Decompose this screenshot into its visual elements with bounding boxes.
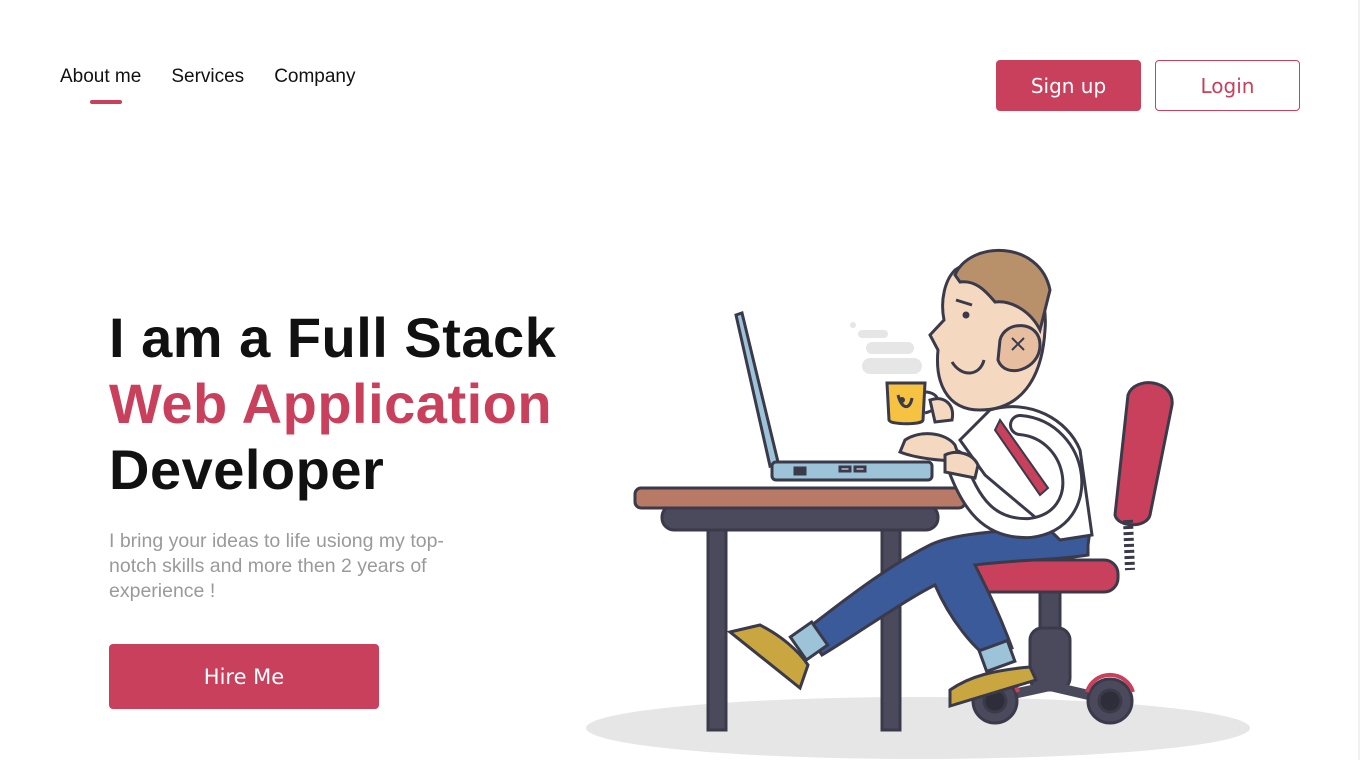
developer-at-desk-illustration: [586, 248, 1250, 759]
nav-item-company[interactable]: Company: [274, 66, 355, 88]
steam: [850, 322, 922, 374]
floor-shadow: [586, 697, 1250, 759]
hero-title-line-2: Web Application: [109, 372, 553, 435]
hero-title-line-1: I am a Full Stack: [109, 306, 557, 369]
person-head: [928, 248, 1052, 412]
nav-item-services[interactable]: Services: [171, 66, 244, 88]
chair-seat: [966, 558, 1120, 594]
nav-item-about-me[interactable]: About me: [60, 66, 141, 104]
hero-section: I am a Full Stack Web Application Develo…: [109, 305, 556, 709]
auth-buttons: Sign up Login: [996, 60, 1300, 111]
second-hand: [943, 451, 980, 480]
hand-holding-mug: [928, 397, 955, 424]
desk: [633, 486, 967, 732]
chair-back: [1113, 381, 1174, 571]
hero-title-line-3: Developer: [109, 438, 385, 501]
main-nav: About me Services Company: [60, 66, 356, 104]
login-button[interactable]: Login: [1155, 60, 1300, 111]
sign-up-button[interactable]: Sign up: [996, 60, 1141, 111]
hero-description: I bring your ideas to life usiong my top…: [109, 530, 444, 602]
hire-me-button[interactable]: Hire Me: [109, 644, 379, 709]
